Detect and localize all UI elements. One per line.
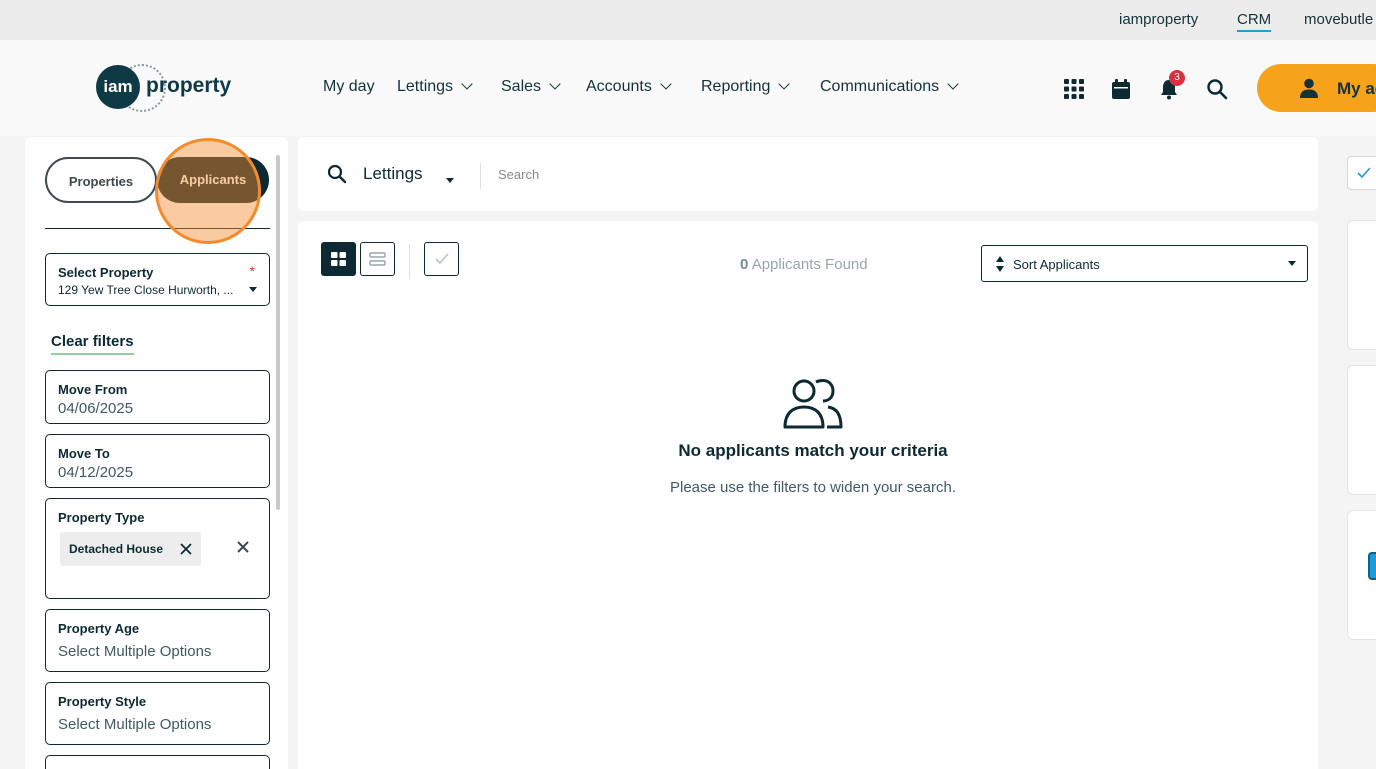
next-filter-field[interactable]	[45, 755, 270, 769]
chevron-down-icon	[461, 78, 473, 90]
property-type-field[interactable]: Property Type Detached House	[45, 498, 270, 599]
calendar-icon[interactable]	[1110, 78, 1132, 100]
utility-bar: iamproperty CRM movebutle	[0, 0, 1376, 40]
search-input[interactable]	[498, 159, 1278, 189]
empty-state-subtitle: Please use the filters to widen your sea…	[670, 479, 956, 496]
nav-communications[interactable]: Communications	[820, 78, 959, 96]
chevron-down-icon	[660, 78, 672, 90]
grid-view-button[interactable]	[321, 242, 356, 276]
nav-label: Reporting	[701, 78, 771, 95]
nav-label: Communications	[820, 78, 940, 95]
empty-state-title: No applicants match your criteria	[678, 441, 948, 460]
move-from-value: 04/06/2025	[58, 400, 134, 417]
utility-link-iamproperty[interactable]: iamproperty	[1119, 11, 1198, 28]
my-account-label: My ac	[1337, 79, 1376, 98]
nav-sales[interactable]: Sales	[501, 78, 561, 96]
sort-applicants-select[interactable]: Sort Applicants	[981, 245, 1308, 282]
right-panel-card[interactable]	[1347, 220, 1376, 350]
property-style-label: Property Style	[58, 694, 147, 709]
nav-label: My day	[323, 78, 375, 95]
property-age-label: Property Age	[58, 621, 140, 636]
sort-label: Sort Applicants	[1013, 257, 1100, 272]
found-count-label: Applicants Found	[751, 256, 868, 273]
move-to-label: Move To	[58, 446, 110, 461]
list-view-button[interactable]	[360, 242, 395, 276]
chip-label: Detached House	[69, 542, 164, 556]
applicants-found-count: 0 Applicants Found	[740, 256, 868, 273]
move-from-label: Move From	[58, 382, 128, 397]
nav-my-day[interactable]: My day	[323, 78, 375, 96]
property-type-label: Property Type	[58, 510, 145, 525]
select-property-field[interactable]: Select Property * 129 Yew Tree Close Hur…	[45, 253, 270, 306]
utility-link-crm[interactable]: CRM	[1237, 11, 1272, 32]
user-icon	[1300, 78, 1318, 98]
nav-reporting[interactable]: Reporting	[701, 78, 791, 96]
caret-down-icon[interactable]	[446, 178, 454, 183]
nav-label: Accounts	[586, 78, 652, 95]
grid-view-icon	[331, 252, 346, 266]
logo[interactable]: iam property	[96, 64, 236, 112]
nav-label: Lettings	[397, 78, 454, 95]
notification-badge: 3	[1169, 70, 1185, 86]
logo-text: property	[146, 74, 232, 97]
nav-accounts[interactable]: Accounts	[586, 78, 672, 96]
users-icon	[783, 378, 843, 429]
search-bar: Lettings	[298, 137, 1318, 211]
checkmark-icon	[435, 253, 449, 265]
checkmark-icon	[1357, 167, 1371, 179]
logo-mark: iam	[96, 65, 140, 109]
right-panel-checkbox[interactable]	[1347, 156, 1376, 190]
nav-label: Sales	[501, 78, 542, 95]
apps-grid-icon[interactable]	[1063, 78, 1085, 100]
caret-down-icon	[249, 287, 257, 292]
search-category-select[interactable]: Lettings	[363, 164, 423, 184]
clear-selection-icon[interactable]	[236, 540, 250, 554]
property-style-placeholder: Select Multiple Options	[58, 716, 212, 733]
caret-down-icon	[1288, 261, 1296, 266]
right-panel-blue-button[interactable]	[1368, 552, 1376, 580]
select-all-checkbox[interactable]	[424, 242, 459, 276]
chevron-down-icon	[947, 78, 959, 90]
remove-chip-icon[interactable]	[179, 542, 193, 556]
divider	[409, 244, 410, 278]
filter-panel: Applicants Properties Select Property * …	[25, 137, 288, 769]
sort-icon	[996, 256, 1004, 272]
property-age-field[interactable]: Property Age Select Multiple Options	[45, 609, 270, 672]
main-header: iam property My day Lettings Sales Accou…	[0, 40, 1376, 136]
my-account-button[interactable]: My ac	[1257, 64, 1376, 112]
divider	[480, 163, 481, 189]
select-property-label: Select Property	[58, 265, 154, 280]
results-panel: 0 Applicants Found Sort Applicants No ap…	[298, 221, 1318, 769]
utility-link-movebutler[interactable]: movebutle	[1304, 11, 1373, 28]
right-panel-card[interactable]	[1347, 365, 1376, 495]
property-style-field[interactable]: Property Style Select Multiple Options	[45, 682, 270, 745]
nav-lettings[interactable]: Lettings	[397, 78, 473, 96]
move-to-field[interactable]: Move To 04/12/2025	[45, 434, 270, 488]
select-property-value: 129 Yew Tree Close Hurworth, ...	[58, 283, 234, 297]
search-icon	[327, 164, 347, 184]
search-icon[interactable]	[1206, 78, 1228, 100]
property-age-placeholder: Select Multiple Options	[58, 643, 212, 660]
list-view-icon	[369, 252, 386, 266]
chevron-down-icon	[778, 78, 791, 90]
move-to-value: 04/12/2025	[58, 464, 134, 481]
required-asterisk: *	[249, 263, 255, 279]
filter-panel-scrollbar[interactable]	[276, 155, 280, 510]
chevron-down-icon	[549, 78, 561, 90]
click-highlight-marker	[155, 138, 261, 244]
found-count-number: 0	[740, 256, 749, 273]
property-type-chip: Detached House	[60, 532, 201, 566]
move-from-field[interactable]: Move From 04/06/2025	[45, 370, 270, 424]
clear-filters-link[interactable]: Clear filters	[51, 333, 134, 355]
properties-toggle-button[interactable]: Properties	[45, 157, 157, 203]
